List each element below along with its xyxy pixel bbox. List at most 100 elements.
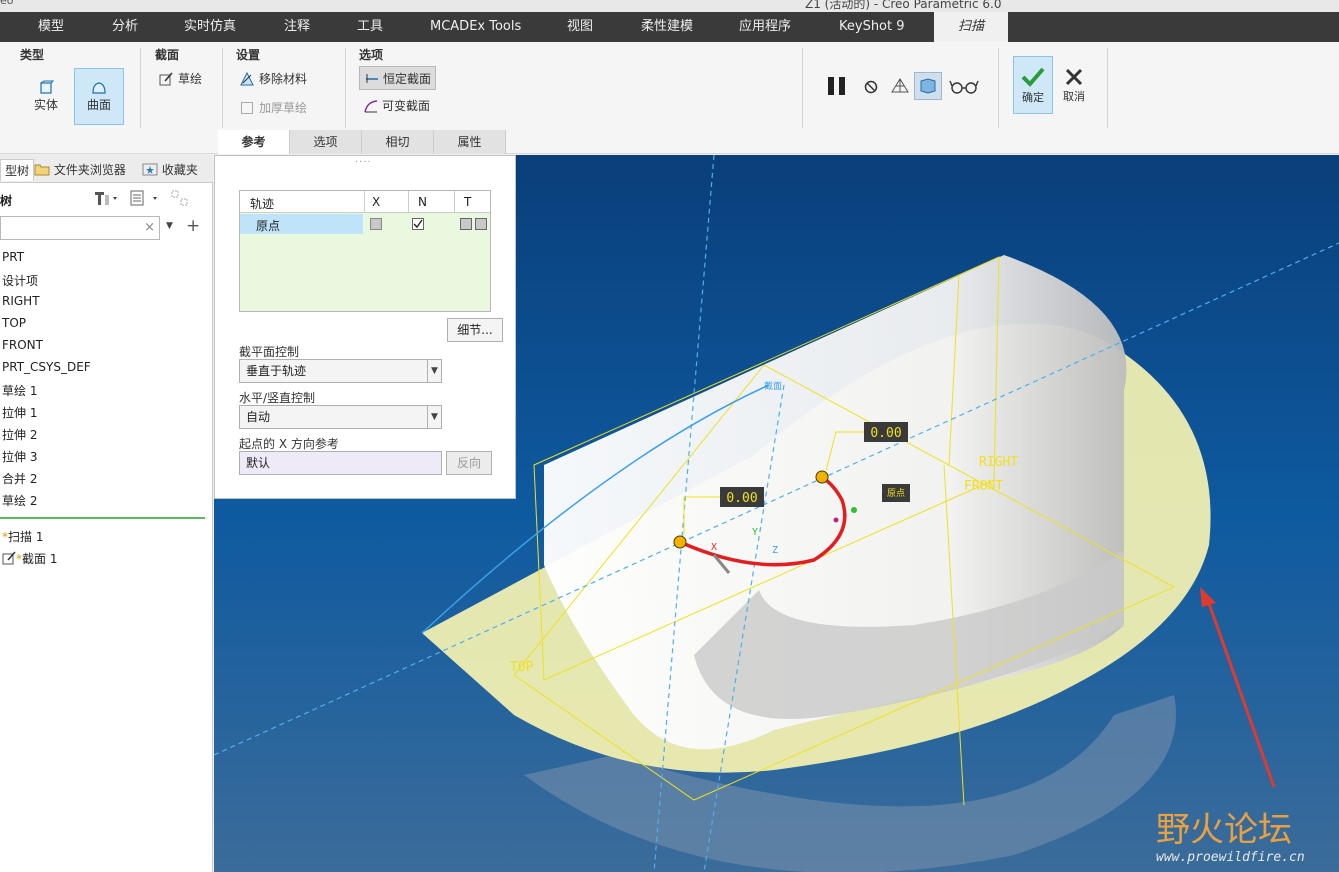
tab-keyshot[interactable]: KeyShot 9 <box>839 12 905 42</box>
sketch-button[interactable]: 草绘 <box>158 70 202 87</box>
section-plane-select[interactable]: 垂直于轨迹 ▼ <box>239 359 442 383</box>
tree-item[interactable]: 草绘 1 <box>2 382 37 399</box>
solid-icon <box>40 80 54 94</box>
tab-folder-browser[interactable]: 文件夹浏览器 <box>34 159 126 181</box>
tree-item[interactable]: 设计项 <box>2 272 38 289</box>
column-divider <box>364 191 365 213</box>
ok-label: 确定 <box>1022 91 1044 104</box>
column-header-t: T <box>464 195 472 209</box>
tree-item[interactable]: RIGHT <box>2 294 40 308</box>
hv-control-value: 自动 <box>246 410 271 424</box>
checkbox-empty-icon <box>241 101 253 114</box>
tree-item[interactable]: 拉伸 3 <box>2 448 37 465</box>
pause-button[interactable] <box>822 72 852 100</box>
surface-label: 曲面 <box>86 98 111 112</box>
tab-favorites[interactable]: 收藏夹 <box>142 159 198 181</box>
column-header-trajectory: 轨迹 <box>250 197 275 211</box>
tree-item[interactable]: TOP <box>2 316 26 330</box>
preview-mesh-button[interactable] <box>888 74 912 98</box>
solid-label: 实体 <box>33 97 58 112</box>
variable-section-button[interactable]: 可变截面 <box>363 97 430 114</box>
ribbon-tab-bar: 模型 分析 实时仿真 注释 工具 MCADEx Tools 视图 柔性建模 应用… <box>0 12 1339 42</box>
tree-item[interactable]: PRT <box>2 250 24 264</box>
details-button[interactable]: 细节... <box>447 318 503 342</box>
origin-label: 原点 <box>887 488 905 499</box>
constant-section-button[interactable]: 恒定截面 <box>359 66 437 90</box>
tab-mcadex-tools[interactable]: MCADEx Tools <box>430 12 521 42</box>
dimension-left[interactable]: 0.00 <box>726 491 757 506</box>
tree-item[interactable]: 合并 2 <box>2 470 37 487</box>
insert-indicator <box>0 517 205 519</box>
tab-model[interactable]: 模型 <box>38 12 64 42</box>
column-divider <box>408 191 409 213</box>
glasses-icon <box>949 80 979 94</box>
hv-control-select[interactable]: 自动 ▼ <box>239 405 442 429</box>
tree-item-label: 扫描 1 <box>8 530 44 544</box>
trajectory-start-point[interactable] <box>673 535 687 549</box>
datum-right-label: RIGHT <box>979 455 1018 470</box>
table-row[interactable]: 原点 <box>240 214 490 234</box>
cancel-label: 取消 <box>1063 90 1085 103</box>
solid-type-button[interactable]: 实体 <box>22 68 70 124</box>
tree-settings-icon[interactable] <box>92 189 120 207</box>
checkmark-icon <box>1021 67 1045 87</box>
trajectory-end-point[interactable] <box>815 470 829 484</box>
tree-show-icon[interactable] <box>128 189 162 207</box>
chevron-down-icon[interactable]: ▼ <box>166 221 173 231</box>
group-divider <box>345 48 346 128</box>
n-checkbox[interactable] <box>412 218 424 230</box>
subtab-references[interactable]: 参考 <box>218 130 290 154</box>
section-label: 截面 <box>764 380 782 392</box>
x-checkbox[interactable] <box>370 218 382 230</box>
tab-tools[interactable]: 工具 <box>357 12 383 42</box>
sketch-icon <box>2 551 16 565</box>
tree-item-active-sweep[interactable]: *扫描 1 <box>2 528 43 545</box>
subtab-properties[interactable]: 属性 <box>434 130 506 154</box>
folder-browser-label: 文件夹浏览器 <box>53 163 126 177</box>
remove-material-icon <box>240 71 254 85</box>
preview-geometry-button[interactable] <box>914 72 942 100</box>
dimension-right[interactable]: 0.00 <box>870 426 901 441</box>
tab-view[interactable]: 视图 <box>567 12 593 42</box>
surface-type-button[interactable]: 曲面 <box>74 68 124 125</box>
tab-applications[interactable]: 应用程序 <box>739 12 791 42</box>
tree-item[interactable]: FRONT <box>2 338 43 352</box>
tree-item[interactable]: 拉伸 1 <box>2 404 37 421</box>
tab-sweep[interactable]: 扫描 <box>934 12 1008 42</box>
tab-realtime-sim[interactable]: 实时仿真 <box>184 12 236 42</box>
ribbon: 类型 实体 曲面 截面 草绘 设置 移除材料 加厚草绘 选项 恒定截面 可变截面 <box>0 42 1339 154</box>
tree-item[interactable]: PRT_CSYS_DEF <box>2 360 91 374</box>
group-title-type: 类型 <box>20 48 45 62</box>
tree-item-active-section[interactable]: *截面 1 <box>2 550 57 567</box>
tree-search-input[interactable]: × <box>0 216 160 240</box>
tree-item[interactable]: 草绘 2 <box>2 492 37 509</box>
cancel-button[interactable]: 取消 <box>1056 56 1092 114</box>
group-title-settings: 设置 <box>236 48 261 62</box>
tree-item[interactable]: 拉伸 2 <box>2 426 37 443</box>
x-reference-value: 默认 <box>246 456 271 470</box>
x-reference-field[interactable]: 默认 <box>239 451 442 475</box>
subtab-options[interactable]: 选项 <box>290 130 362 154</box>
tree-item-label: 截面 1 <box>22 552 58 566</box>
thicken-sketch-checkbox[interactable]: 加厚草绘 <box>240 99 307 116</box>
chevron-down-icon: ▼ <box>427 406 441 428</box>
group-title-section: 截面 <box>155 48 180 62</box>
remove-material-button[interactable]: 移除材料 <box>239 70 307 87</box>
tab-flexible-modeling[interactable]: 柔性建模 <box>641 12 693 42</box>
tree-filter-icon[interactable] <box>170 189 192 207</box>
section-plane-value: 垂直于轨迹 <box>246 364 307 378</box>
tab-annotate[interactable]: 注释 <box>284 12 310 42</box>
ok-button[interactable]: 确定 <box>1013 56 1053 114</box>
subtab-tangency[interactable]: 相切 <box>362 130 434 154</box>
panel-grip[interactable]: ···· <box>355 157 372 168</box>
variable-section-label: 可变截面 <box>382 99 431 113</box>
verify-mode-button[interactable] <box>948 74 980 98</box>
flip-button[interactable]: 反向 <box>446 451 492 475</box>
add-icon[interactable]: + <box>186 216 200 236</box>
tab-model-tree[interactable]: 型树 <box>0 159 35 181</box>
datum-top-label: TOP <box>510 660 534 675</box>
no-preview-button[interactable] <box>860 76 882 98</box>
clear-search-icon[interactable]: × <box>144 220 155 235</box>
tab-analysis[interactable]: 分析 <box>112 12 138 42</box>
t-checkbox[interactable] <box>460 218 488 230</box>
